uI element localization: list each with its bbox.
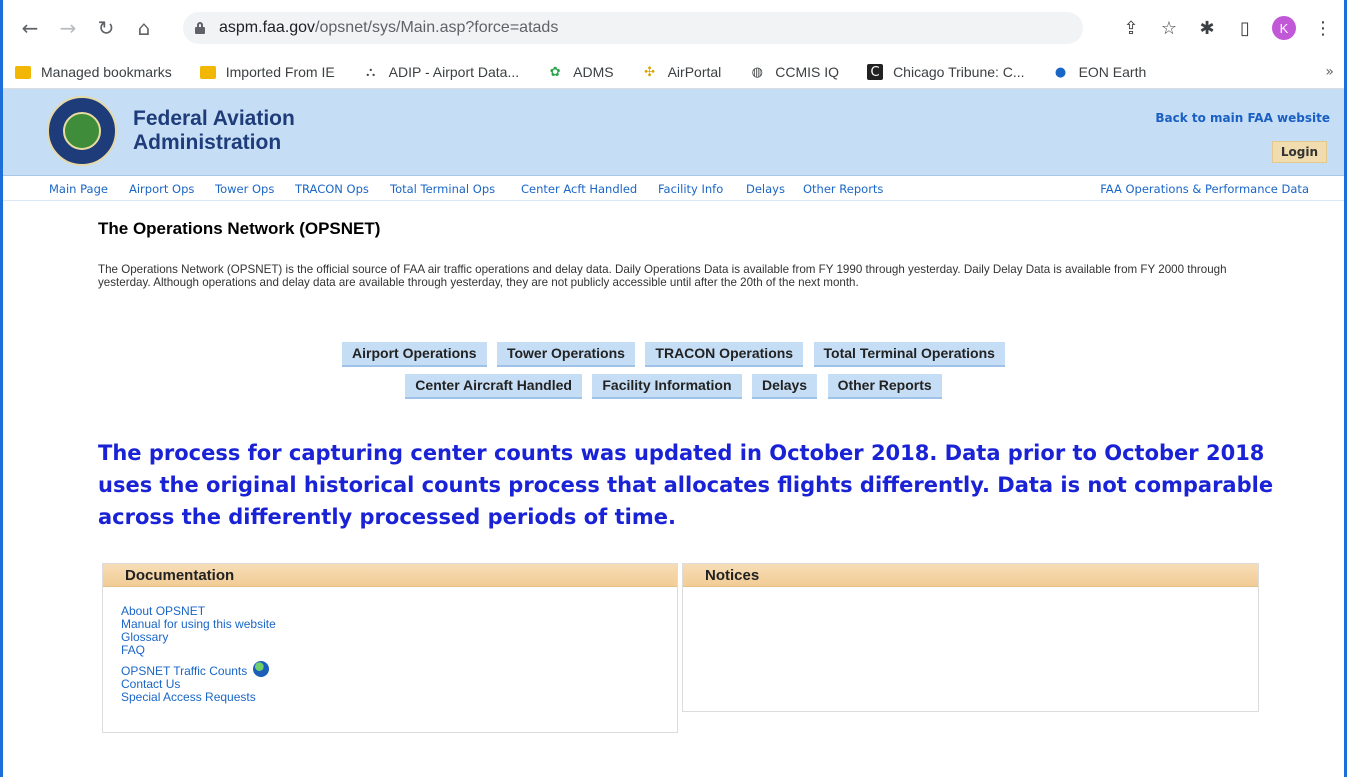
traffic-counts-link[interactable]: OPSNET Traffic Counts — [121, 664, 247, 678]
bookmark-item[interactable]: ✿ ADMS — [547, 64, 614, 80]
page-title: The Operations Network (OPSNET) — [98, 219, 381, 238]
side-panel-icon[interactable]: ▯ — [1234, 17, 1256, 39]
bookmark-item[interactable]: Managed bookmarks — [15, 64, 172, 80]
center-aircraft-handled-button[interactable]: Center Aircraft Handled — [405, 374, 582, 399]
facility-information-button[interactable]: Facility Information — [592, 374, 742, 399]
nav-facility-info[interactable]: Facility Info — [658, 182, 723, 196]
bookmark-item[interactable]: Imported From IE — [199, 64, 335, 80]
report-buttons-row-2: Center Aircraft Handled Facility Informa… — [0, 374, 1347, 399]
nav-delays[interactable]: Delays — [746, 182, 785, 196]
report-buttons-row-1: Airport Operations Tower Operations TRAC… — [0, 342, 1347, 367]
faa-header: Federal Aviation Administration Back to … — [3, 89, 1344, 176]
total-terminal-operations-button[interactable]: Total Terminal Operations — [813, 342, 1005, 367]
airport-operations-button[interactable]: Airport Operations — [342, 342, 487, 367]
url-path: /opsnet/sys/Main.asp?force=atads — [315, 19, 559, 36]
globe-icon — [252, 661, 269, 677]
adms-icon: ✿ — [549, 64, 561, 80]
share-icon[interactable]: ⇪ — [1120, 17, 1142, 39]
notices-title: Notices — [683, 564, 1258, 587]
delays-button[interactable]: Delays — [751, 374, 818, 399]
login-button[interactable]: Login — [1271, 141, 1327, 163]
bookmark-item[interactable]: ✣ AirPortal — [642, 64, 721, 80]
nav-other-reports[interactable]: Other Reports — [803, 182, 883, 196]
earth-icon: ● — [1054, 64, 1067, 80]
url-domain: aspm.faa.gov — [219, 19, 316, 36]
nav-airport-ops[interactable]: Airport Ops — [129, 182, 194, 196]
tower-operations-button[interactable]: Tower Operations — [496, 342, 635, 367]
reload-icon[interactable]: ↻ — [89, 11, 123, 45]
more-bookmarks-icon[interactable]: » — [1325, 64, 1334, 80]
faq-link[interactable]: FAQ — [121, 644, 677, 657]
folder-icon — [199, 64, 216, 80]
folder-icon — [15, 64, 31, 80]
nav-tracon-ops[interactable]: TRACON Ops — [295, 182, 369, 196]
address-bar[interactable]: aspm.faa.gov/opsnet/sys/Main.asp?force=a… — [183, 12, 1083, 44]
bookmark-item[interactable]: ◍ CCMIS IQ — [749, 64, 839, 80]
glossary-link[interactable]: Glossary — [121, 631, 677, 644]
nav-ops-performance-data[interactable]: FAA Operations & Performance Data — [1100, 182, 1309, 196]
forward-arrow-icon[interactable]: → — [51, 11, 85, 45]
nav-center-acft-handled[interactable]: Center Acft Handled — [521, 182, 637, 196]
globe-icon: ◍ — [751, 64, 763, 80]
traffic-counts-row[interactable]: OPSNET Traffic Counts — [121, 661, 677, 678]
airport-icon: ⛬ — [366, 64, 376, 80]
documentation-panel: Documentation About OPSNET Manual for us… — [102, 563, 678, 733]
documentation-title: Documentation — [103, 564, 677, 587]
profile-avatar[interactable]: K — [1272, 16, 1296, 40]
menu-kebab-icon[interactable]: ⋮ — [1312, 17, 1334, 39]
notices-panel: Notices — [682, 563, 1259, 712]
nav-tower-ops[interactable]: Tower Ops — [215, 182, 274, 196]
star-icon[interactable]: ☆ — [1158, 17, 1180, 39]
center-counts-notice: The process for capturing center counts … — [98, 441, 1274, 529]
browser-toolbar: ← → ↻ ⌂ aspm.faa.gov/opsnet/sys/Main.asp… — [3, 0, 1344, 56]
nav-total-terminal-ops[interactable]: Total Terminal Ops — [390, 182, 495, 196]
extensions-icon[interactable]: ✱ — [1196, 17, 1218, 39]
bookmarks-bar: Managed bookmarks Imported From IE ⛬ ADIP… — [3, 56, 1344, 89]
bookmark-item[interactable]: C Chicago Tribune: C... — [867, 64, 1025, 80]
documentation-links: About OPSNET Manual for using this websi… — [103, 587, 677, 704]
site-nav: Main Page Airport Ops Tower Ops TRACON O… — [3, 176, 1344, 201]
newspaper-icon: C — [867, 64, 884, 80]
faa-seal-logo[interactable] — [47, 96, 117, 166]
special-access-link[interactable]: Special Access Requests — [121, 691, 677, 704]
other-reports-button[interactable]: Other Reports — [827, 374, 942, 399]
bookmark-item[interactable]: ⛬ ADIP - Airport Data... — [363, 64, 519, 80]
bookmark-item[interactable]: ● EON Earth — [1053, 64, 1146, 80]
home-icon[interactable]: ⌂ — [127, 11, 161, 45]
manual-link[interactable]: Manual for using this website — [121, 618, 677, 631]
back-to-faa-link[interactable]: Back to main FAA website — [1155, 111, 1330, 125]
back-arrow-icon[interactable]: ← — [13, 11, 47, 45]
agency-name[interactable]: Federal Aviation Administration — [133, 107, 295, 155]
intro-text: The Operations Network (OPSNET) is the o… — [98, 263, 1227, 289]
lock-icon — [195, 22, 205, 34]
airportal-icon: ✣ — [644, 64, 656, 80]
nav-main-page[interactable]: Main Page — [49, 182, 108, 196]
tracon-operations-button[interactable]: TRACON Operations — [645, 342, 804, 367]
